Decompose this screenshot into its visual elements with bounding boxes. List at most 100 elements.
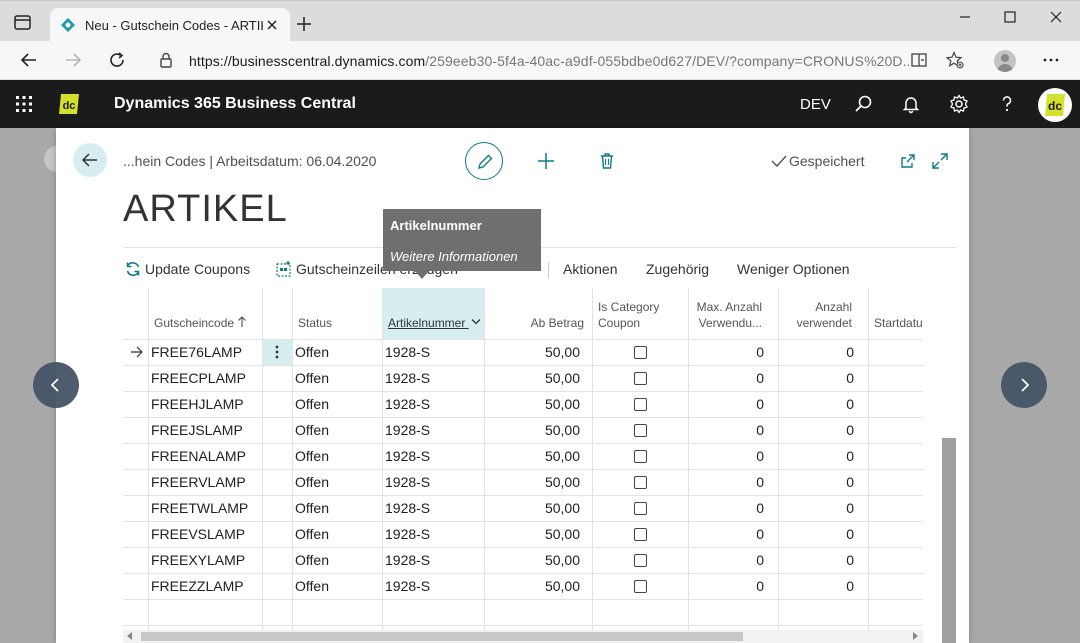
cell-status[interactable]: Offen: [295, 417, 329, 443]
cell-ab-betrag[interactable]: 50,00: [484, 469, 580, 495]
cell-item-no[interactable]: 1928-S: [385, 443, 430, 469]
cell-item-no[interactable]: 1928-S: [385, 495, 430, 521]
previous-record-button[interactable]: [33, 362, 79, 408]
checkbox-is-category[interactable]: [634, 424, 647, 437]
cell-status[interactable]: Offen: [295, 495, 329, 521]
favorites-icon[interactable]: [946, 51, 964, 69]
cell-item-no[interactable]: 1928-S: [385, 417, 430, 443]
url-field[interactable]: https://businesscentral.dynamics.com/259…: [145, 46, 975, 75]
tab-actions-icon[interactable]: [12, 14, 34, 32]
cell-code[interactable]: FREEVSLAMP: [151, 521, 245, 547]
column-header-max-anzahl[interactable]: Max. Anzahl Verwendu...: [688, 288, 778, 339]
new-tab-icon[interactable]: [296, 16, 312, 32]
cell-max-anzahl[interactable]: 0: [688, 443, 764, 469]
cell-anzahl[interactable]: 0: [778, 339, 854, 365]
expand-icon[interactable]: [931, 152, 949, 170]
cell-item-no[interactable]: 1928-S: [385, 365, 430, 391]
checkbox-is-category[interactable]: [634, 476, 647, 489]
cell-ab-betrag[interactable]: 50,00: [484, 573, 580, 599]
cell-max-anzahl[interactable]: 0: [688, 365, 764, 391]
column-header-status[interactable]: Status: [292, 288, 382, 339]
cell-max-anzahl[interactable]: 0: [688, 417, 764, 443]
cell-ab-betrag[interactable]: 50,00: [484, 443, 580, 469]
checkbox-is-category[interactable]: [634, 450, 647, 463]
bell-icon[interactable]: [901, 94, 921, 114]
back-icon[interactable]: [20, 51, 38, 69]
cell-status[interactable]: Offen: [295, 339, 329, 365]
cell-status[interactable]: Offen: [295, 521, 329, 547]
checkbox-is-category[interactable]: [634, 502, 647, 515]
close-icon[interactable]: [264, 17, 280, 33]
more-icon[interactable]: [1042, 51, 1060, 69]
cell-code[interactable]: FREE76LAMP: [151, 339, 242, 365]
column-header-startdatum[interactable]: Startdatu: [868, 288, 923, 339]
cell-anzahl[interactable]: 0: [778, 521, 854, 547]
cell-ab-betrag[interactable]: 50,00: [484, 521, 580, 547]
cell-status[interactable]: Offen: [295, 469, 329, 495]
cell-status[interactable]: Offen: [295, 443, 329, 469]
split-screen-icon[interactable]: [910, 51, 928, 69]
cell-ab-betrag[interactable]: 50,00: [484, 391, 580, 417]
cell-code[interactable]: FREEJSLAMP: [151, 417, 243, 443]
forward-icon[interactable]: [64, 51, 82, 69]
cell-status[interactable]: Offen: [295, 365, 329, 391]
cell-code[interactable]: FREENALAMP: [151, 443, 246, 469]
cell-code[interactable]: FREEZZLAMP: [151, 573, 244, 599]
column-header-ab-betrag[interactable]: Ab Betrag: [484, 288, 592, 339]
cell-status[interactable]: Offen: [295, 391, 329, 417]
horizontal-scrollbar-thumb[interactable]: [141, 632, 743, 641]
aktionen-menu[interactable]: Aktionen: [563, 261, 617, 277]
search-icon[interactable]: [853, 94, 873, 114]
cell-code[interactable]: FREEXYLAMP: [151, 547, 245, 573]
cell-anzahl[interactable]: 0: [778, 391, 854, 417]
cell-code[interactable]: FREEHJLAMP: [151, 391, 244, 417]
checkbox-is-category[interactable]: [634, 398, 647, 411]
cell-item-no[interactable]: 1928-S: [385, 391, 430, 417]
app-title[interactable]: Dynamics 365 Business Central: [114, 95, 356, 113]
cell-code[interactable]: FREECPLAMP: [151, 365, 246, 391]
weniger-optionen-button[interactable]: Weniger Optionen: [737, 261, 850, 277]
row-menu-button[interactable]: [262, 339, 292, 365]
cell-status[interactable]: Offen: [295, 573, 329, 599]
edit-button[interactable]: [465, 142, 503, 180]
column-header-is-category[interactable]: Is Category Coupon: [592, 288, 688, 339]
cell-max-anzahl[interactable]: 0: [688, 469, 764, 495]
checkbox-is-category[interactable]: [634, 554, 647, 567]
column-header-item-no[interactable]: Artikelnummer: [382, 288, 484, 339]
cell-ab-betrag[interactable]: 50,00: [484, 365, 580, 391]
cell-item-no[interactable]: 1928-S: [385, 469, 430, 495]
zugehoerig-menu[interactable]: Zugehörig: [646, 261, 709, 277]
app-logo[interactable]: dc: [57, 92, 81, 116]
cell-max-anzahl[interactable]: 0: [688, 547, 764, 573]
cell-item-no[interactable]: 1928-S: [385, 339, 430, 365]
browser-profile-avatar[interactable]: [994, 50, 1016, 72]
checkbox-is-category[interactable]: [634, 528, 647, 541]
cell-anzahl[interactable]: 0: [778, 547, 854, 573]
cell-max-anzahl[interactable]: 0: [688, 495, 764, 521]
lock-icon[interactable]: [157, 51, 175, 69]
cell-anzahl[interactable]: 0: [778, 417, 854, 443]
help-icon[interactable]: [997, 94, 1017, 114]
cell-max-anzahl[interactable]: 0: [688, 573, 764, 599]
cell-status[interactable]: Offen: [295, 547, 329, 573]
cell-max-anzahl[interactable]: 0: [688, 339, 764, 365]
refresh-icon[interactable]: [108, 51, 126, 69]
checkbox-is-category[interactable]: [634, 346, 647, 359]
cell-item-no[interactable]: 1928-S: [385, 573, 430, 599]
cell-anzahl[interactable]: 0: [778, 365, 854, 391]
cell-item-no[interactable]: 1928-S: [385, 547, 430, 573]
maximize-icon[interactable]: [1002, 9, 1018, 25]
cell-code[interactable]: FREERVLAMP: [151, 469, 246, 495]
cell-ab-betrag[interactable]: 50,00: [484, 547, 580, 573]
cell-anzahl[interactable]: 0: [778, 443, 854, 469]
user-avatar[interactable]: dc: [1038, 88, 1072, 122]
cell-max-anzahl[interactable]: 0: [688, 521, 764, 547]
checkbox-is-category[interactable]: [634, 580, 647, 593]
dialog-back-button[interactable]: [73, 143, 107, 177]
gear-icon[interactable]: [949, 94, 969, 114]
cell-ab-betrag[interactable]: 50,00: [484, 339, 580, 365]
share-icon[interactable]: [899, 152, 917, 170]
column-header-code[interactable]: Gutscheincode: [148, 288, 262, 339]
cell-anzahl[interactable]: 0: [778, 495, 854, 521]
add-icon[interactable]: [537, 152, 555, 170]
